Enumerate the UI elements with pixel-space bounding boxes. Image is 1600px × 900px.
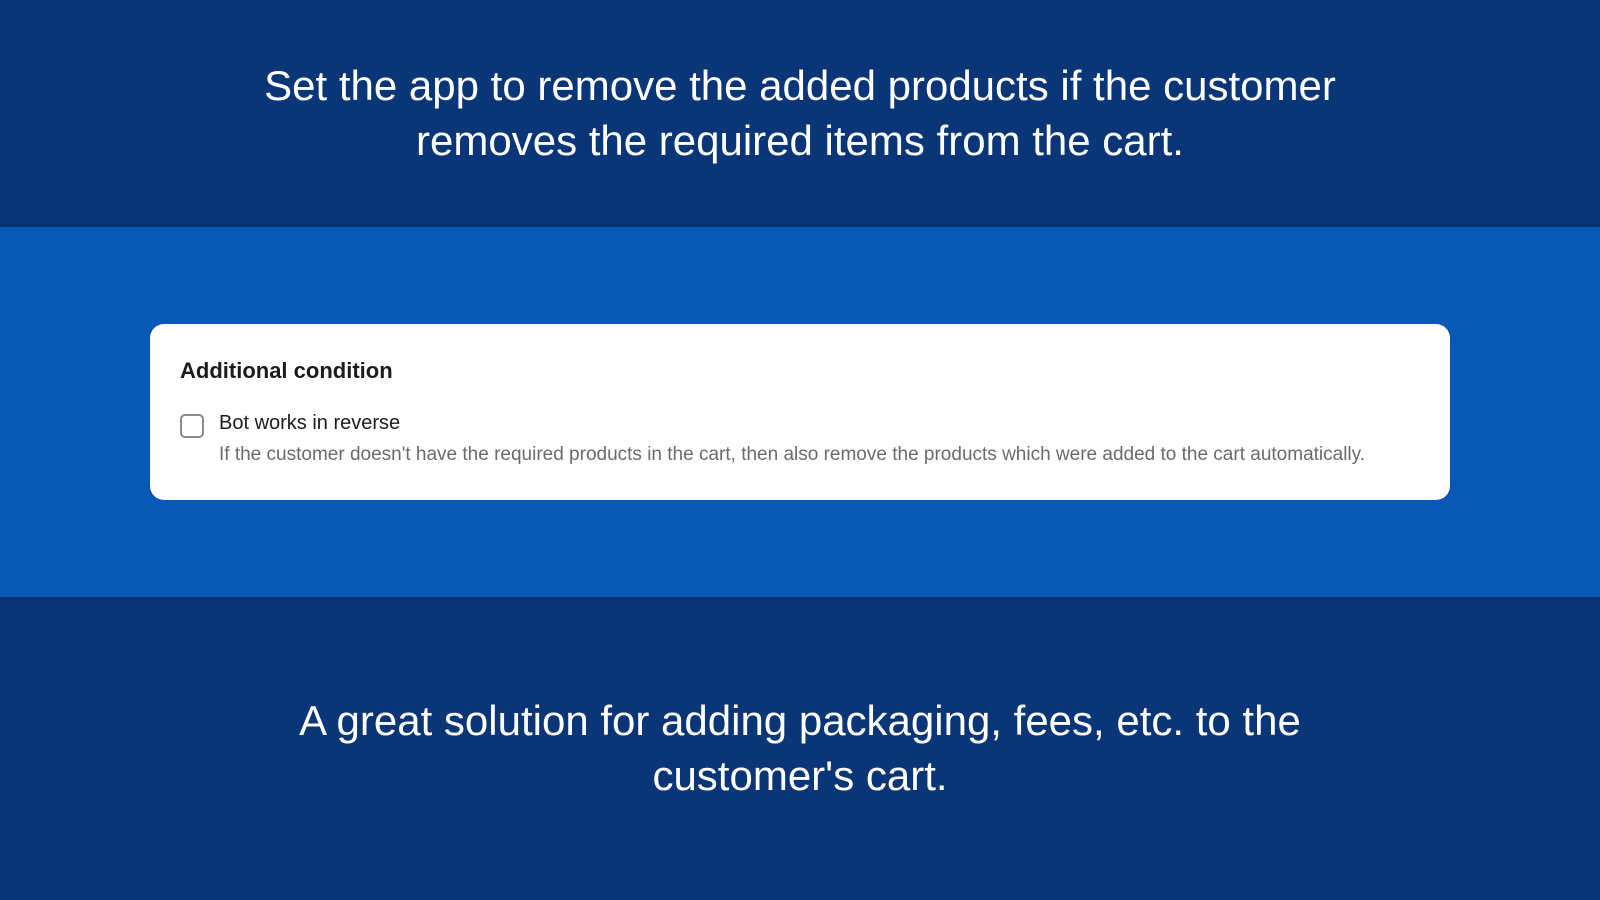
checkbox-label: Bot works in reverse [219, 412, 1420, 435]
settings-card: Additional condition Bot works in revers… [150, 324, 1450, 500]
top-banner-text: Set the app to remove the added products… [250, 59, 1350, 168]
checkbox-description: If the customer doesn't have the require… [219, 441, 1420, 470]
card-title: Additional condition [180, 358, 1420, 384]
middle-section: Additional condition Bot works in revers… [0, 227, 1600, 597]
top-banner: Set the app to remove the added products… [0, 0, 1600, 227]
checkbox-row: Bot works in reverse If the customer doe… [180, 412, 1420, 470]
bottom-banner-text: A great solution for adding packaging, f… [250, 694, 1350, 803]
checkbox-content: Bot works in reverse If the customer doe… [219, 412, 1420, 470]
bottom-banner: A great solution for adding packaging, f… [0, 597, 1600, 900]
reverse-checkbox[interactable] [180, 414, 204, 438]
